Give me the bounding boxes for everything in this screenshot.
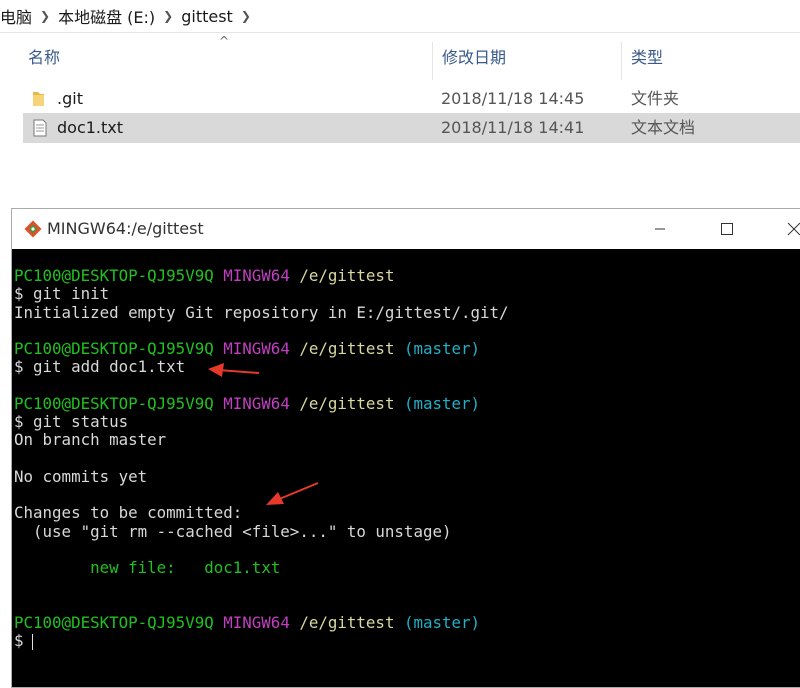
minimize-icon xyxy=(655,228,665,230)
prompt-line: PC100@DESKTOP-QJ95V9Q MINGW64 /e/gittest… xyxy=(14,393,800,413)
breadcrumb: 电脑 ❯ 本地磁盘 (E:) ❯ gittest ❯ xyxy=(0,0,800,33)
prompt-line: PC100@DESKTOP-QJ95V9Q MINGW64 /e/gittest xyxy=(14,266,800,285)
file-type: 文本文档 xyxy=(631,118,696,137)
prompt-branch: (master) xyxy=(403,339,481,358)
maximize-button[interactable] xyxy=(704,209,750,249)
output-line: Initialized empty Git repository in E:/g… xyxy=(14,302,509,322)
command-line: $ git add doc1.txt xyxy=(14,357,186,377)
prompt-env: MINGW64 xyxy=(223,339,290,358)
breadcrumb-item-pc[interactable]: 电脑 xyxy=(0,4,36,28)
file-row-doc1[interactable]: doc1.txt 2018/11/18 14:41 文本文档 xyxy=(23,113,800,143)
file-name: .git xyxy=(57,89,83,108)
terminal-console[interactable]: PC100@DESKTOP-QJ95V9Q MINGW64 /e/gittest… xyxy=(12,250,800,686)
prompt-user: PC100@DESKTOP-QJ95V9Q xyxy=(14,266,214,285)
prompt-branch: (master) xyxy=(403,612,481,632)
column-header: 名称 修改日期 类型 xyxy=(0,42,800,80)
command-line: $ git init xyxy=(14,284,110,304)
text-file-icon xyxy=(33,119,47,137)
prompt-user: PC100@DESKTOP-QJ95V9Q xyxy=(14,393,214,413)
text-cursor xyxy=(31,633,33,650)
final-prompt: $ xyxy=(14,631,24,650)
new-file-name: doc1.txt xyxy=(204,558,281,577)
output-line: Changes to be committed: xyxy=(14,503,243,523)
folder-icon xyxy=(33,92,44,106)
file-date: 2018/11/18 14:41 xyxy=(441,118,585,137)
terminal-window: MINGW64:/e/gittest PC100@DESKTOP-QJ95V9Q… xyxy=(11,208,800,688)
breadcrumb-item-folder[interactable]: gittest xyxy=(177,7,237,26)
output-line: No commits yet xyxy=(14,466,148,486)
prompt-env: MINGW64 xyxy=(223,266,290,285)
prompt-line: PC100@DESKTOP-QJ95V9Q MINGW64 /e/gittest… xyxy=(14,612,800,632)
prompt-path: /e/gittest xyxy=(299,612,395,632)
minimize-button[interactable] xyxy=(637,209,683,249)
prompt-env: MINGW64 xyxy=(223,393,290,413)
input-line[interactable]: $ xyxy=(14,631,800,650)
output-line: On branch master xyxy=(14,430,167,450)
chevron-right-icon: ❯ xyxy=(40,9,51,23)
chevron-right-icon[interactable]: ❯ xyxy=(237,9,255,23)
prompt-user: PC100@DESKTOP-QJ95V9Q xyxy=(14,612,214,632)
column-divider[interactable] xyxy=(432,42,433,80)
chevron-right-icon: ❯ xyxy=(163,9,174,23)
maximize-icon xyxy=(721,223,733,235)
close-button[interactable] xyxy=(771,209,800,249)
terminal-title: MINGW64:/e/gittest xyxy=(47,219,204,238)
prompt-path: /e/gittest xyxy=(299,266,395,285)
file-date: 2018/11/18 14:45 xyxy=(441,89,585,108)
file-row-git[interactable]: .git 2018/11/18 14:45 文件夹 xyxy=(23,84,800,114)
prompt-path: /e/gittest xyxy=(299,339,395,358)
column-header-date[interactable]: 修改日期 xyxy=(442,42,506,74)
prompt-branch: (master) xyxy=(403,393,481,413)
file-type: 文件夹 xyxy=(631,89,680,108)
column-divider[interactable] xyxy=(621,42,622,80)
file-name: doc1.txt xyxy=(57,118,124,137)
output-line: (use "git rm --cached <file>..." to unst… xyxy=(14,521,452,541)
column-header-type[interactable]: 类型 xyxy=(631,42,663,74)
new-file-label: new file: xyxy=(90,558,176,577)
prompt-user: PC100@DESKTOP-QJ95V9Q xyxy=(14,339,214,358)
command-line: $ git status xyxy=(14,412,129,431)
close-icon xyxy=(787,222,800,236)
staged-file-line: new file: doc1.txt xyxy=(14,558,800,577)
prompt-env: MINGW64 xyxy=(223,612,290,632)
column-header-name[interactable]: 名称 xyxy=(28,42,60,74)
prompt-line: PC100@DESKTOP-QJ95V9Q MINGW64 /e/gittest… xyxy=(14,339,800,358)
prompt-path: /e/gittest xyxy=(299,393,395,413)
terminal-titlebar[interactable]: MINGW64:/e/gittest xyxy=(12,209,800,249)
git-logo-icon xyxy=(24,220,42,238)
breadcrumb-item-drive[interactable]: 本地磁盘 (E:) xyxy=(54,4,159,28)
